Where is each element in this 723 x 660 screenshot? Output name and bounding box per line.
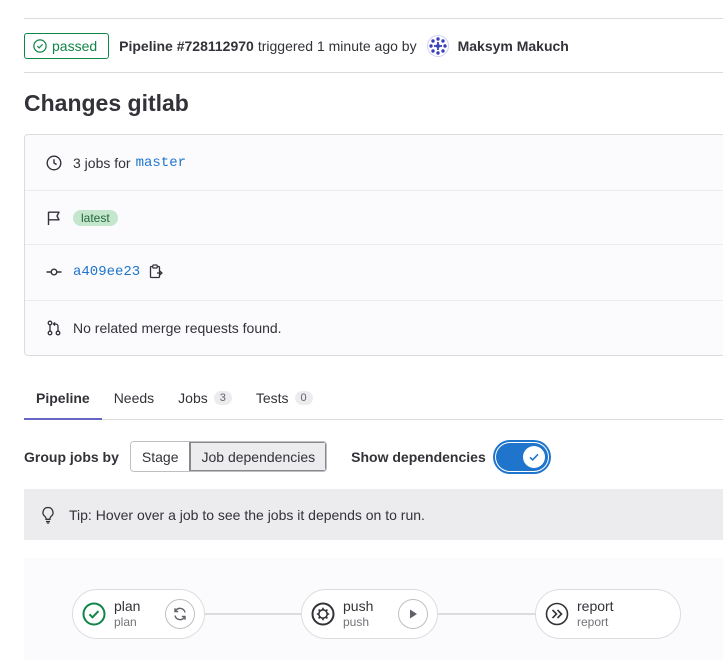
job-connector bbox=[437, 613, 536, 615]
badges-row: latest bbox=[25, 204, 723, 231]
clock-icon bbox=[45, 154, 63, 172]
job-name: report bbox=[577, 598, 614, 614]
top-divider bbox=[24, 18, 723, 19]
tip-alert: Tip: Hover over a job to see the jobs it… bbox=[24, 489, 723, 540]
retry-icon bbox=[174, 607, 186, 621]
play-icon bbox=[410, 609, 417, 619]
check-circle-icon bbox=[33, 39, 47, 53]
merge-requests-text: No related merge requests found. bbox=[73, 319, 282, 336]
tab-pipeline[interactable]: Pipeline bbox=[24, 376, 102, 420]
jobs-row: 3 jobs for master bbox=[25, 149, 723, 176]
tab-label: Jobs bbox=[178, 390, 208, 406]
show-dependencies-toggle[interactable] bbox=[495, 442, 548, 471]
pipeline-tabs: Pipeline Needs Jobs 3 Tests 0 bbox=[24, 376, 723, 420]
job-names: plan plan bbox=[114, 598, 140, 630]
job-names: push push bbox=[343, 598, 373, 630]
job-stage: push bbox=[343, 615, 370, 629]
page-title: Changes gitlab bbox=[24, 90, 189, 116]
job-push[interactable]: push push bbox=[301, 589, 438, 639]
skipped-icon bbox=[544, 601, 570, 627]
merge-request-icon bbox=[45, 319, 63, 337]
graph-controls: Group jobs by Stage Job dependencies Sho… bbox=[24, 441, 548, 472]
job-stage: plan bbox=[114, 615, 137, 629]
pipeline-id[interactable]: Pipeline #728112970 bbox=[119, 38, 254, 54]
group-by-dependencies-button[interactable]: Job dependencies bbox=[189, 442, 327, 471]
job-connector bbox=[205, 613, 302, 615]
group-by-stage-button[interactable]: Stage bbox=[130, 442, 190, 471]
tab-count-badge: 0 bbox=[294, 391, 313, 405]
pipeline-header: passed Pipeline #728112970 triggered 1 m… bbox=[24, 33, 569, 59]
tab-label: Needs bbox=[113, 390, 155, 406]
job-names: report report bbox=[577, 598, 614, 630]
tip-text: Tip: Hover over a job to see the jobs it… bbox=[69, 506, 425, 523]
toggle-knob bbox=[522, 445, 545, 468]
job-stage: report bbox=[577, 615, 609, 629]
commit-sha-link[interactable]: a409ee23 bbox=[73, 264, 140, 280]
bulb-icon bbox=[40, 506, 56, 524]
check-icon bbox=[529, 453, 539, 461]
copy-sha-icon[interactable] bbox=[149, 264, 164, 279]
latest-badge[interactable]: latest bbox=[73, 209, 118, 226]
tab-tests[interactable]: Tests 0 bbox=[244, 376, 325, 420]
job-name: plan bbox=[114, 598, 141, 614]
tab-label: Pipeline bbox=[36, 390, 90, 406]
play-button[interactable] bbox=[398, 599, 428, 629]
group-jobs-label: Group jobs by bbox=[24, 448, 119, 465]
status-text: passed bbox=[52, 38, 98, 54]
job-name: push bbox=[343, 598, 374, 614]
retry-button[interactable] bbox=[165, 599, 195, 629]
jobs-count-text: 3 jobs for bbox=[73, 154, 131, 171]
tab-count-badge: 3 bbox=[213, 391, 232, 405]
header-divider bbox=[24, 72, 723, 73]
info-divider bbox=[25, 244, 723, 245]
commit-row: a409ee23 bbox=[25, 258, 723, 285]
pipeline-info-box: 3 jobs for master latest a409ee23 No rel… bbox=[24, 134, 723, 356]
tab-needs[interactable]: Needs bbox=[102, 376, 166, 420]
user-name[interactable]: Maksym Makuch bbox=[458, 38, 569, 54]
user-avatar[interactable] bbox=[426, 35, 449, 57]
show-dependencies-label: Show dependencies bbox=[351, 448, 486, 465]
merge-requests-row: No related merge requests found. bbox=[25, 314, 723, 341]
triggered-text: triggered 1 minute ago by bbox=[257, 38, 417, 54]
tab-label: Tests bbox=[255, 390, 289, 406]
status-badge[interactable]: passed bbox=[24, 33, 110, 59]
group-by-toggle: Stage Job dependencies bbox=[129, 441, 328, 472]
tab-jobs[interactable]: Jobs 3 bbox=[166, 376, 244, 420]
info-divider bbox=[25, 300, 723, 301]
flag-icon bbox=[45, 209, 63, 227]
success-icon bbox=[81, 601, 107, 627]
branch-link[interactable]: master bbox=[136, 155, 186, 171]
job-plan[interactable]: plan plan bbox=[72, 589, 205, 639]
info-divider bbox=[25, 190, 723, 191]
job-report[interactable]: report report bbox=[535, 589, 681, 639]
commit-icon bbox=[45, 263, 63, 281]
manual-icon bbox=[310, 601, 336, 627]
